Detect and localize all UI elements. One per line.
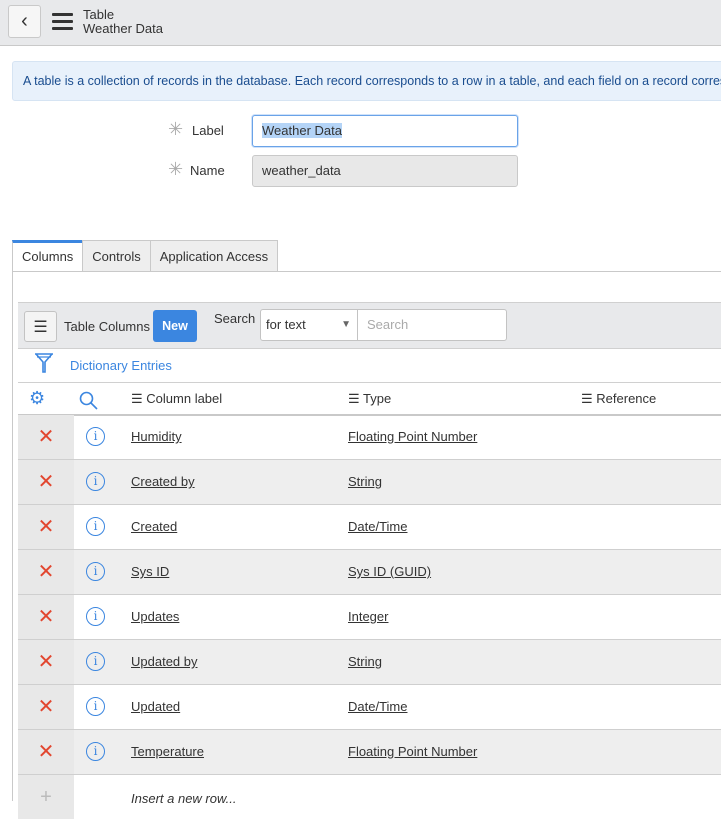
table-row: ✕ i Updated by String — [18, 640, 721, 685]
info-message: A table is a collection of records in th… — [12, 61, 721, 101]
column-header-label[interactable]: ☰ Column label — [131, 391, 222, 407]
table-row: ✕ i Updates Integer — [18, 595, 721, 640]
divider — [12, 271, 721, 272]
column-type-link[interactable]: String — [348, 474, 382, 489]
name-field-label: Name — [190, 163, 225, 178]
column-type-link[interactable]: Date/Time — [348, 699, 407, 714]
tab-columns[interactable]: Columns — [12, 240, 84, 272]
tabs: Columns Controls Application Access — [12, 240, 279, 272]
table-row: ✕ i Sys ID Sys ID (GUID) — [18, 550, 721, 595]
delete-icon[interactable]: ✕ — [18, 640, 74, 684]
column-header-label-text: Column label — [146, 391, 223, 406]
search-label: Search — [214, 311, 256, 326]
search-input[interactable]: Search — [357, 309, 507, 341]
list-toolbar: ☰ Table Columns New Search for text ▼ Sea… — [18, 302, 721, 349]
column-label-link[interactable]: Updated by — [131, 654, 198, 669]
breadcrumb-dictionary-entries[interactable]: Dictionary Entries — [70, 358, 172, 373]
column-label-link[interactable]: Humidity — [131, 429, 182, 444]
label-input[interactable]: Weather Data — [252, 115, 518, 147]
caret-down-icon: ▼ — [341, 319, 351, 330]
column-label-link[interactable]: Sys ID — [131, 564, 169, 579]
new-button[interactable]: New — [153, 310, 197, 342]
required-icon: ✳ — [168, 119, 184, 139]
tab-application-access[interactable]: Application Access — [149, 240, 279, 271]
info-icon[interactable]: i — [86, 427, 105, 446]
back-button[interactable]: ‹ — [8, 5, 41, 38]
name-input: weather_data — [252, 155, 518, 187]
column-label-link[interactable]: Created by — [131, 474, 195, 489]
column-label-link[interactable]: Created — [131, 519, 177, 534]
search-select-value: for text — [266, 317, 306, 332]
label-value: Weather Data — [262, 123, 342, 138]
info-icon[interactable]: i — [86, 517, 105, 536]
column-type-link[interactable]: Floating Point Number — [348, 429, 477, 444]
delete-icon[interactable]: ✕ — [18, 685, 74, 729]
column-label-link[interactable]: Temperature — [131, 744, 204, 759]
plus-icon: + — [18, 775, 74, 819]
search-field-select[interactable]: for text ▼ — [260, 309, 358, 341]
hamburger-icon: ☰ — [33, 318, 48, 336]
tab-controls[interactable]: Controls — [82, 240, 151, 271]
delete-icon[interactable]: ✕ — [18, 460, 74, 504]
header-subtitle: Weather Data — [83, 21, 163, 36]
label-field-label: Label — [192, 123, 224, 138]
filter-icon[interactable] — [34, 352, 54, 374]
list-title: Table Columns — [64, 319, 150, 334]
hamburger-menu-icon[interactable] — [52, 13, 73, 34]
info-icon[interactable]: i — [86, 697, 105, 716]
info-icon[interactable]: i — [86, 742, 105, 761]
column-header-type[interactable]: ☰ Type — [348, 391, 391, 407]
column-type-link[interactable]: String — [348, 654, 382, 669]
column-type-link[interactable]: Floating Point Number — [348, 744, 477, 759]
delete-icon[interactable]: ✕ — [18, 550, 74, 594]
column-type-link[interactable]: Integer — [348, 609, 388, 624]
table-row: ✕ i Humidity Floating Point Number — [18, 415, 721, 460]
delete-icon[interactable]: ✕ — [18, 505, 74, 549]
info-icon[interactable]: i — [86, 607, 105, 626]
column-type-link[interactable]: Date/Time — [348, 519, 407, 534]
table-row: ✕ i Temperature Floating Point Number — [18, 730, 721, 775]
delete-icon[interactable]: ✕ — [18, 595, 74, 639]
insert-row[interactable]: + Insert a new row... — [18, 775, 721, 820]
column-label-link[interactable]: Updated — [131, 699, 180, 714]
column-header-reference[interactable]: ☰ Reference — [581, 391, 656, 407]
header: ‹ Table Weather Data — [0, 0, 721, 46]
column-header-type-text: Type — [363, 391, 392, 406]
search-icon[interactable] — [79, 391, 98, 410]
column-label-link[interactable]: Updates — [131, 609, 179, 624]
list-menu-button[interactable]: ☰ — [24, 311, 57, 342]
column-type-link[interactable]: Sys ID (GUID) — [348, 564, 431, 579]
info-icon[interactable]: i — [86, 652, 105, 671]
table-row: ✕ i Updated Date/Time — [18, 685, 721, 730]
info-icon[interactable]: i — [86, 562, 105, 581]
delete-icon[interactable]: ✕ — [18, 415, 74, 459]
delete-icon[interactable]: ✕ — [18, 730, 74, 774]
required-icon: ✳ — [168, 159, 184, 179]
table-row: ✕ i Created by String — [18, 460, 721, 505]
gear-icon[interactable]: ⚙ — [29, 388, 45, 409]
column-header-reference-text: Reference — [596, 391, 657, 406]
table-row: ✕ i Created Date/Time — [18, 505, 721, 550]
divider — [12, 271, 13, 801]
info-icon[interactable]: i — [86, 472, 105, 491]
header-title: Table — [83, 7, 115, 22]
chevron-left-icon: ‹ — [21, 10, 28, 32]
table-header: ⚙ ☰ Column label ☰ Type ☰ Reference — [18, 382, 721, 416]
